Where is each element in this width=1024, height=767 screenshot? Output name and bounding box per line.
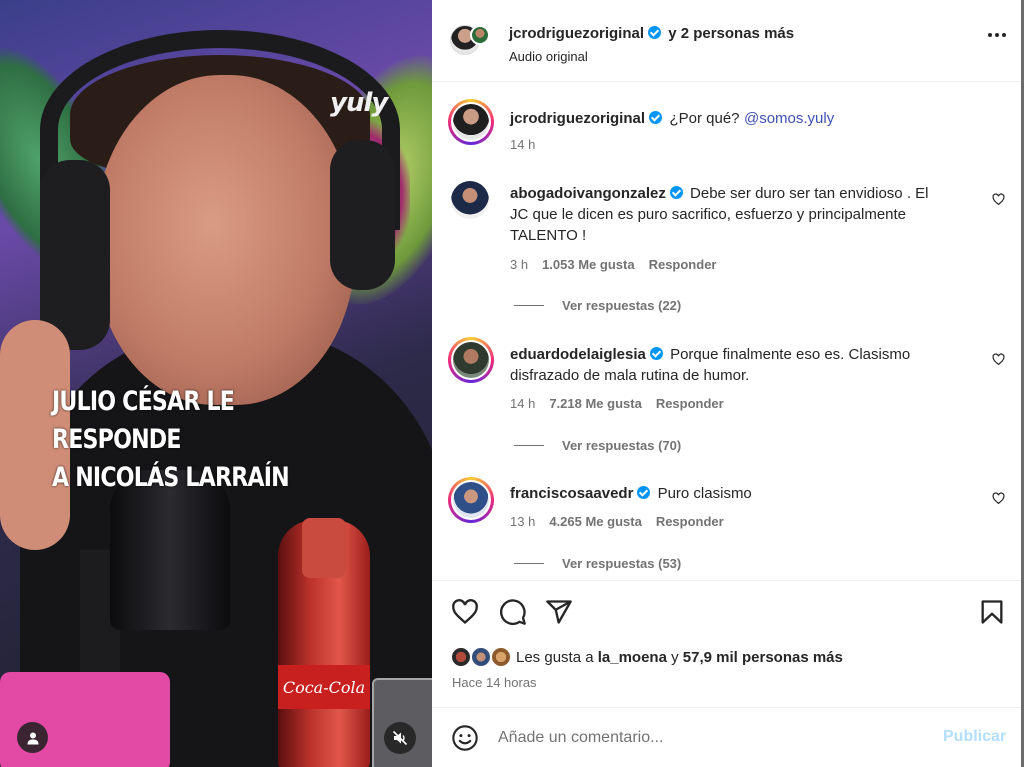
verified-badge-icon (649, 347, 663, 360)
verified-badge-icon (649, 111, 663, 124)
like-icon[interactable] (451, 598, 479, 626)
verified-badge-icon (648, 26, 662, 39)
soda-bottle-neck (302, 518, 346, 578)
like-comment-icon[interactable] (992, 353, 1005, 366)
comment-meta: 13 h 4.265 Me gusta Responder (510, 514, 724, 529)
like-comment-icon[interactable] (992, 193, 1005, 206)
comment-meta: 14 h 7.218 Me gusta Responder (510, 396, 724, 411)
reply-button[interactable]: Responder (656, 396, 724, 411)
mention-link[interactable]: @somos.yuly (744, 110, 834, 127)
likes-count-link[interactable]: 57,9 mil personas más (683, 649, 843, 666)
reply-button[interactable]: Responder (649, 257, 717, 272)
comment-text: Porque finalmente eso es. Clasismo (670, 346, 911, 363)
comment-likes[interactable]: 4.265 Me gusta (549, 514, 642, 529)
headphones-earcup (40, 160, 110, 350)
comment-avatar[interactable] (451, 181, 489, 219)
likes-prefix: Les gusta a (516, 648, 594, 666)
bottle-label: Coca-Cola (278, 665, 370, 709)
verified-badge-icon (637, 486, 651, 499)
view-replies-label: Ver respuestas (22) (562, 298, 682, 313)
caption-time[interactable]: 14 h (510, 137, 535, 152)
pink-decor (0, 672, 170, 767)
comments-section[interactable]: jcrodriguezoriginal ¿Por qué? @somos.yul… (432, 83, 1021, 580)
liker-avatar[interactable] (470, 646, 492, 668)
video-caption-line: JULIO CÉSAR LE RESPONDE (52, 386, 235, 455)
comment-username[interactable]: franciscosaavedr (510, 485, 633, 502)
comment-text: Puro clasismo (657, 485, 752, 502)
publish-button[interactable]: Publicar (943, 728, 1006, 746)
caption-text: ¿Por qué? (669, 110, 740, 127)
liker-username[interactable]: la_moena (598, 649, 667, 666)
post-media[interactable]: Coca-Cola yuly JULIO CÉSAR LE RESPONDE A… (0, 0, 432, 767)
mute-icon (392, 730, 408, 746)
likes-summary: Les gusta a la_moena y 57,9 mil personas… (450, 646, 843, 668)
header-title: jcrodriguezoriginal y 2 personas más (509, 25, 794, 42)
comment-icon[interactable] (499, 598, 527, 626)
post-details-panel: jcrodriguezoriginal y 2 personas más Aud… (432, 0, 1024, 767)
view-replies-button[interactable]: Ver respuestas (53) (514, 556, 681, 571)
comment-input[interactable] (498, 726, 918, 750)
comment-meta: 3 h 1.053 Me gusta Responder (510, 257, 716, 272)
share-icon[interactable] (545, 598, 573, 626)
comment-text: TALENTO ! (510, 227, 587, 244)
brand-watermark: yuly (330, 88, 388, 118)
divider (514, 563, 544, 564)
comment-avatar[interactable] (453, 342, 489, 378)
comment-username[interactable]: eduardodelaiglesia (510, 346, 646, 363)
comment-likes[interactable]: 7.218 Me gusta (549, 396, 642, 411)
post-header: jcrodriguezoriginal y 2 personas más Aud… (432, 0, 1021, 82)
liker-avatars (450, 646, 514, 668)
view-replies-label: Ver respuestas (70) (562, 438, 682, 453)
collaborators-link[interactable]: y 2 personas más (668, 25, 794, 42)
headphones-earcup (330, 140, 395, 290)
comment-username[interactable]: abogadoivangonzalez (510, 185, 666, 202)
video-caption-line: A NICOLÁS LARRAÍN (52, 462, 290, 493)
person-face (95, 75, 355, 405)
comment-time[interactable]: 3 h (510, 257, 528, 272)
more-options-icon[interactable] (988, 33, 1006, 37)
liker-avatar[interactable] (490, 646, 512, 668)
add-comment-bar: Publicar (432, 707, 1021, 767)
video-caption: JULIO CÉSAR LE RESPONDE A NICOLÁS LARRAÍ… (52, 383, 331, 497)
comment-time[interactable]: 14 h (510, 396, 535, 411)
divider (514, 305, 544, 306)
comment-time[interactable]: 13 h (510, 514, 535, 529)
emoji-icon[interactable] (451, 724, 479, 752)
caption-meta: 14 h (510, 137, 535, 152)
likes-conj: y (671, 648, 679, 666)
audio-link[interactable]: Audio original (509, 49, 588, 64)
reply-button[interactable]: Responder (656, 514, 724, 529)
view-replies-button[interactable]: Ver respuestas (22) (514, 298, 681, 313)
view-replies-label: Ver respuestas (53) (562, 556, 682, 571)
view-replies-button[interactable]: Ver respuestas (70) (514, 438, 681, 453)
collaborator-avatar[interactable] (470, 25, 490, 45)
author-username[interactable]: jcrodriguezoriginal (509, 25, 644, 42)
user-tag-icon (27, 732, 38, 744)
likes-text: Les gusta a la_moena y 57,9 mil personas… (516, 649, 843, 666)
save-icon[interactable] (978, 598, 1006, 626)
user-tag-button[interactable] (17, 722, 48, 753)
comment-avatar[interactable] (453, 482, 489, 518)
like-comment-icon[interactable] (992, 492, 1005, 505)
mute-button[interactable] (384, 722, 416, 754)
verified-badge-icon (669, 186, 683, 199)
caption-author-avatar[interactable] (453, 104, 489, 140)
comment-text: JC que le dicen es puro sacrifico, esfue… (510, 206, 907, 223)
post-timestamp[interactable]: Hace 14 horas (452, 675, 537, 690)
divider (514, 445, 544, 446)
comment-text: disfrazado de mala rutina de humor. (510, 367, 750, 384)
comment-text: Debe ser duro ser tan envidioso . El (690, 185, 929, 202)
comment-likes[interactable]: 1.053 Me gusta (542, 257, 635, 272)
caption-username[interactable]: jcrodriguezoriginal (510, 110, 645, 127)
liker-avatar[interactable] (450, 646, 472, 668)
